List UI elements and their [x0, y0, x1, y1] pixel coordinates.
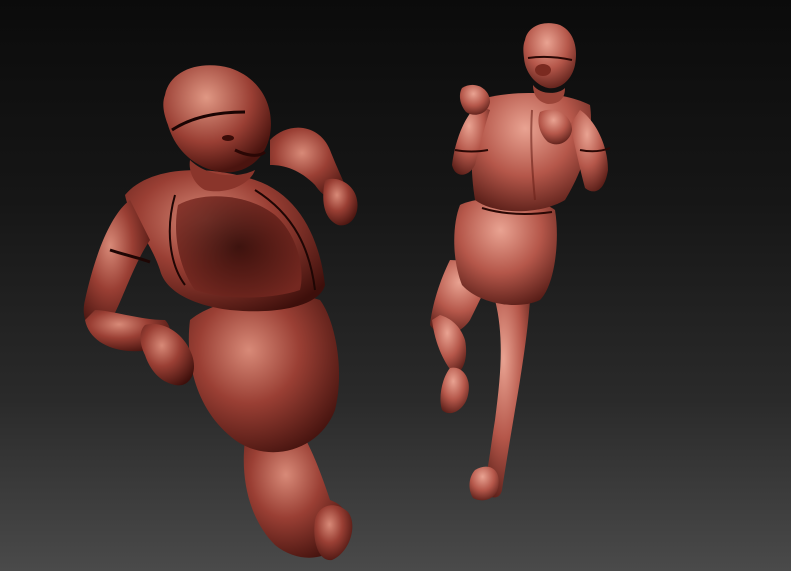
left-figure-hand: [140, 324, 195, 386]
figure-left-crouched[interactable]: [83, 65, 358, 561]
scene-canvas[interactable]: [0, 0, 791, 571]
right-figure-mouth: [535, 64, 551, 76]
3d-viewport[interactable]: [0, 0, 791, 571]
figure-right-standing[interactable]: [430, 23, 611, 501]
left-figure-foot: [314, 505, 353, 561]
right-figure-head: [523, 23, 577, 89]
right-figure-left-fist: [459, 84, 490, 115]
left-figure-thigh: [188, 295, 340, 453]
left-figure-eye: [222, 135, 234, 141]
left-figure-raised-hand: [323, 178, 358, 226]
right-figure-bent-foot: [440, 367, 469, 414]
